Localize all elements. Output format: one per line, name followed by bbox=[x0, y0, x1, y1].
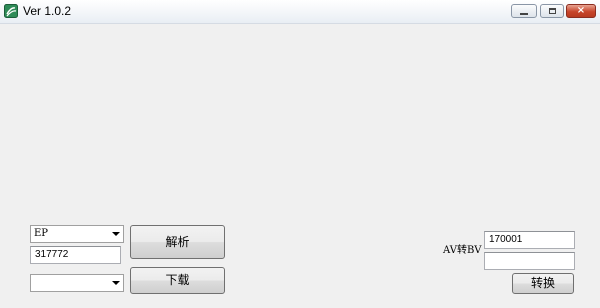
minimize-button[interactable] bbox=[511, 4, 537, 18]
quality-select[interactable] bbox=[30, 274, 124, 292]
type-select-value: EP bbox=[34, 228, 49, 239]
id-input[interactable]: 317772 bbox=[30, 246, 121, 264]
minimize-icon bbox=[520, 13, 528, 15]
app-window: Ver 1.0.2 × EP 317772 解析 下载 AV转BV 170001… bbox=[0, 0, 600, 308]
download-button[interactable]: 下载 bbox=[130, 267, 225, 294]
av-input[interactable]: 170001 bbox=[484, 231, 575, 249]
bv-output[interactable] bbox=[484, 252, 575, 270]
close-button[interactable]: × bbox=[566, 4, 596, 18]
app-logo-icon bbox=[4, 4, 18, 18]
title-bar[interactable]: Ver 1.0.2 × bbox=[0, 0, 600, 24]
convert-button[interactable]: 转换 bbox=[512, 273, 574, 294]
window-title: Ver 1.0.2 bbox=[23, 4, 72, 18]
dropdown-arrow-icon bbox=[112, 232, 120, 236]
maximize-button[interactable] bbox=[540, 4, 564, 18]
type-select[interactable]: EP bbox=[30, 225, 124, 243]
parse-button[interactable]: 解析 bbox=[130, 225, 225, 259]
dropdown-arrow-icon bbox=[112, 281, 120, 285]
close-icon: × bbox=[576, 5, 586, 16]
av-to-bv-label: AV转BV bbox=[443, 245, 482, 256]
maximize-icon bbox=[549, 8, 556, 14]
